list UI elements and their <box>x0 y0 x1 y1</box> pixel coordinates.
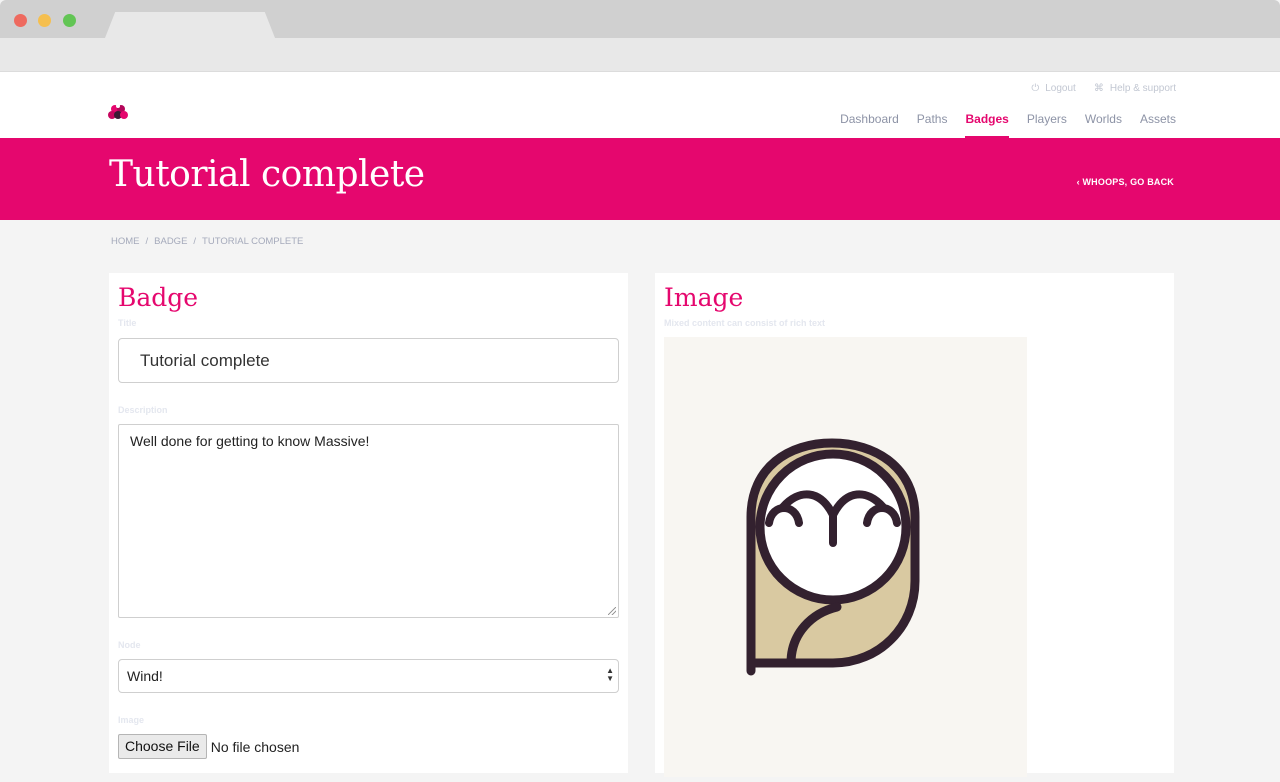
nav-worlds[interactable]: Worlds <box>1085 112 1122 138</box>
breadcrumb-current: TUTORIAL COMPLETE <box>202 236 304 247</box>
browser-tab[interactable] <box>105 12 275 38</box>
logout-label: Logout <box>1045 83 1076 94</box>
nav-dashboard[interactable]: Dashboard <box>840 112 899 138</box>
image-card: Image Mixed content can consist of rich … <box>655 273 1174 777</box>
file-upload: Choose File No file chosen <box>118 734 299 759</box>
resize-handle[interactable] <box>608 607 616 615</box>
breadcrumb-home[interactable]: HOME <box>111 236 140 247</box>
chevron-left-icon: ‹ <box>1076 177 1080 187</box>
breadcrumb-badge[interactable]: BADGE <box>154 236 187 247</box>
file-status: No file chosen <box>210 738 300 755</box>
main-nav: Dashboard Paths Badges Players Worlds As… <box>840 112 1176 138</box>
description-label: Description <box>118 405 168 415</box>
choose-file-button[interactable]: Choose File <box>118 734 207 759</box>
utility-links: ⏻ Logout ⌘ Help & support <box>1031 83 1176 94</box>
nav-players[interactable]: Players <box>1027 112 1067 138</box>
page-hero: Tutorial complete ‹ WHOOPS, GO BACK <box>0 138 1280 220</box>
breadcrumb-separator: / <box>145 236 149 247</box>
go-back-link[interactable]: ‹ WHOOPS, GO BACK <box>1077 177 1174 187</box>
node-label: Node <box>118 640 141 650</box>
maximize-window-button[interactable] <box>63 14 76 27</box>
description-text: Well done for getting to know Massive! <box>130 433 370 449</box>
badge-heading: Badge <box>118 283 199 312</box>
badge-image-preview <box>664 337 1027 777</box>
select-arrows-icon: ▲ ▼ <box>606 666 614 683</box>
browser-titlebar <box>0 0 1280 38</box>
node-select[interactable]: Wind! ▲ ▼ <box>118 659 619 693</box>
help-support-link[interactable]: ⌘ Help & support <box>1094 83 1176 94</box>
nav-assets[interactable]: Assets <box>1140 112 1176 138</box>
logo-icon[interactable] <box>107 102 129 122</box>
badge-form-card: Badge Title Tutorial complete Descriptio… <box>109 273 628 773</box>
help-icon: ⌘ <box>1093 83 1104 94</box>
help-support-label: Help & support <box>1109 83 1176 94</box>
image-heading: Image <box>664 283 744 312</box>
minimize-window-button[interactable] <box>38 14 51 27</box>
nav-badges[interactable]: Badges <box>965 112 1010 138</box>
breadcrumb: HOME / BADGE / TUTORIAL COMPLETE <box>111 236 303 247</box>
nav-paths[interactable]: Paths <box>917 112 948 138</box>
breadcrumb-separator: / <box>193 236 197 247</box>
description-textarea[interactable]: Well done for getting to know Massive! <box>118 424 619 618</box>
node-selected-value: Wind! <box>127 668 163 684</box>
image-subtitle: Mixed content can consist of rich text <box>664 318 826 328</box>
power-icon: ⏻ <box>1031 83 1040 94</box>
owl-icon <box>746 438 920 676</box>
logout-link[interactable]: ⏻ Logout <box>1031 83 1076 94</box>
title-label: Title <box>118 318 137 328</box>
page-title: Tutorial complete <box>109 154 425 195</box>
image-label: Image <box>118 715 145 725</box>
title-input[interactable]: Tutorial complete <box>118 338 619 383</box>
browser-toolbar <box>0 38 1280 72</box>
close-window-button[interactable] <box>14 14 27 27</box>
site-header: ⏻ Logout ⌘ Help & support Dashboard Path… <box>0 72 1280 138</box>
go-back-label: WHOOPS, GO BACK <box>1082 177 1174 187</box>
